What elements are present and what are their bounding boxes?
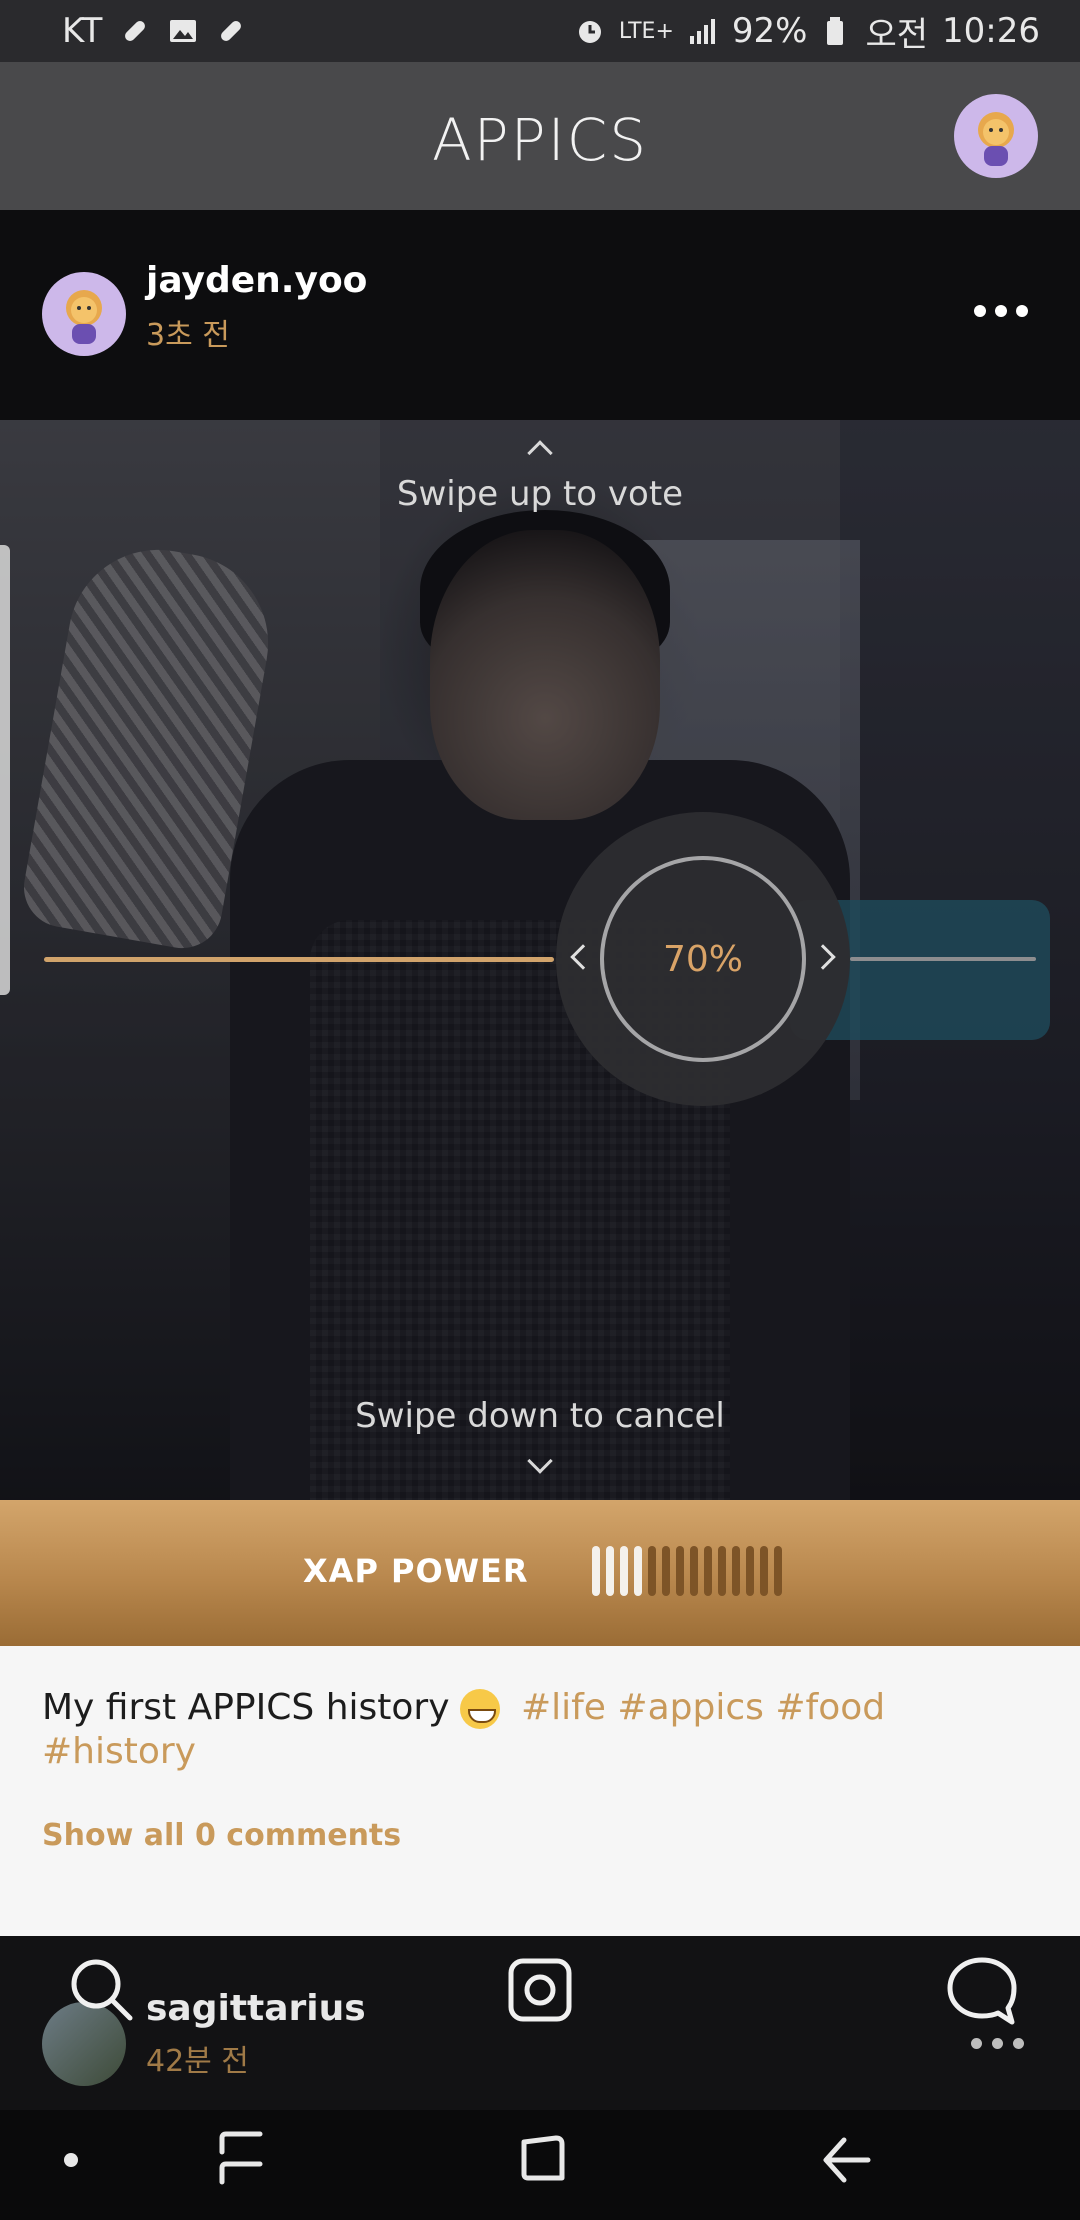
xap-power-bar: XAP POWER bbox=[0, 1500, 1080, 1646]
clock: 10:26 bbox=[942, 11, 1040, 51]
battery-percent: 92% bbox=[731, 11, 808, 51]
image-icon bbox=[170, 20, 197, 42]
hashtag[interactable]: #food bbox=[775, 1687, 885, 1728]
xap-power-segment bbox=[606, 1546, 614, 1596]
hashtag[interactable]: #life bbox=[521, 1687, 606, 1728]
chevron-up-icon bbox=[527, 440, 553, 466]
swipe-up-text: Swipe up to vote bbox=[396, 474, 684, 514]
xap-power-segment bbox=[718, 1546, 726, 1596]
back-icon[interactable] bbox=[820, 2134, 872, 2186]
grinning-face-icon bbox=[459, 1689, 500, 1729]
carrier-label: KT bbox=[62, 11, 103, 51]
search-icon[interactable] bbox=[68, 1956, 134, 2022]
chevron-down-icon bbox=[527, 1448, 553, 1474]
xap-power-segment bbox=[690, 1546, 698, 1596]
xap-power-segment bbox=[634, 1546, 642, 1596]
avatar-lion-icon bbox=[978, 112, 1014, 166]
home-icon[interactable] bbox=[520, 2134, 566, 2182]
recent-apps-icon[interactable] bbox=[216, 2130, 266, 2190]
vote-ring: 70% bbox=[600, 856, 806, 1062]
post-username[interactable]: jayden.yoo bbox=[146, 260, 367, 301]
signal-icon bbox=[689, 19, 715, 44]
chevron-left-icon[interactable] bbox=[570, 944, 596, 970]
app-bar: APPICS bbox=[0, 62, 1080, 210]
show-comments-link[interactable]: Show all 0 comments bbox=[42, 1818, 401, 1853]
chat-bubble-icon[interactable] bbox=[946, 1956, 1018, 2028]
alarm-icon bbox=[578, 21, 601, 43]
bandage-icon bbox=[221, 21, 242, 41]
caption-area: My first APPICS history #life #appics #f… bbox=[0, 1646, 1080, 1936]
nav-dot-icon[interactable] bbox=[64, 2153, 78, 2167]
xap-power-segment bbox=[592, 1546, 600, 1596]
xap-power-segment bbox=[662, 1546, 670, 1596]
status-right: LTE+ 92% 오전 10:26 bbox=[575, 7, 1040, 56]
vote-slider-filled[interactable] bbox=[44, 957, 554, 962]
post-avatar[interactable] bbox=[42, 272, 126, 356]
appics-logo: APPICS bbox=[431, 106, 649, 174]
post-header: jayden.yoo 3초 전 bbox=[0, 210, 1080, 420]
xap-power-segment bbox=[648, 1546, 656, 1596]
bandage-icon bbox=[125, 21, 146, 41]
battery-icon bbox=[827, 17, 844, 45]
xap-power-segment bbox=[704, 1546, 712, 1596]
profile-button[interactable] bbox=[954, 94, 1038, 178]
swipe-down-text: Swipe down to cancel bbox=[355, 1396, 725, 1436]
post-time: 3초 전 bbox=[146, 318, 230, 353]
xap-power-meter bbox=[592, 1546, 782, 1596]
more-horizontal-icon[interactable] bbox=[971, 2038, 1024, 2049]
avatar-lion-icon bbox=[66, 290, 102, 344]
ampm-label: 오전 bbox=[865, 14, 929, 55]
more-horizontal-icon[interactable] bbox=[974, 305, 1028, 317]
caption-text: My first APPICS history bbox=[42, 1687, 450, 1728]
status-left: KT bbox=[62, 11, 246, 51]
network-label: LTE+ bbox=[618, 18, 674, 44]
vote-slider-empty[interactable] bbox=[850, 957, 1036, 961]
xap-power-segment bbox=[676, 1546, 684, 1596]
swipe-down-hint: Swipe down to cancel bbox=[0, 1396, 1080, 1474]
next-post-username[interactable]: sagittarius bbox=[146, 1988, 366, 2029]
xap-power-segment bbox=[746, 1546, 754, 1596]
post-caption: My first APPICS history #life #appics #f… bbox=[42, 1686, 1042, 1774]
edge-panel-handle[interactable] bbox=[0, 545, 10, 995]
hashtag[interactable]: #history bbox=[42, 1731, 196, 1772]
vote-knob[interactable]: 70% bbox=[556, 812, 850, 1106]
next-post-time: 42분 전 bbox=[146, 2044, 249, 2079]
xap-power-segment bbox=[760, 1546, 768, 1596]
vote-percent: 70% bbox=[662, 938, 743, 980]
bottom-nav: sagittarius 42분 전 bbox=[0, 1936, 1080, 2110]
xap-power-segment bbox=[774, 1546, 782, 1596]
swipe-up-hint: Swipe up to vote bbox=[0, 434, 1080, 514]
status-bar: KT LTE+ 92% 오전 10:26 bbox=[0, 0, 1080, 62]
system-nav-bar bbox=[0, 2110, 1080, 2220]
xap-power-segment bbox=[620, 1546, 628, 1596]
xap-power-label: XAP POWER bbox=[303, 1552, 529, 1590]
xap-power-segment bbox=[732, 1546, 740, 1596]
camera-icon[interactable] bbox=[508, 1958, 572, 2022]
chevron-right-icon[interactable] bbox=[810, 944, 836, 970]
hashtag[interactable]: #appics bbox=[617, 1687, 763, 1728]
